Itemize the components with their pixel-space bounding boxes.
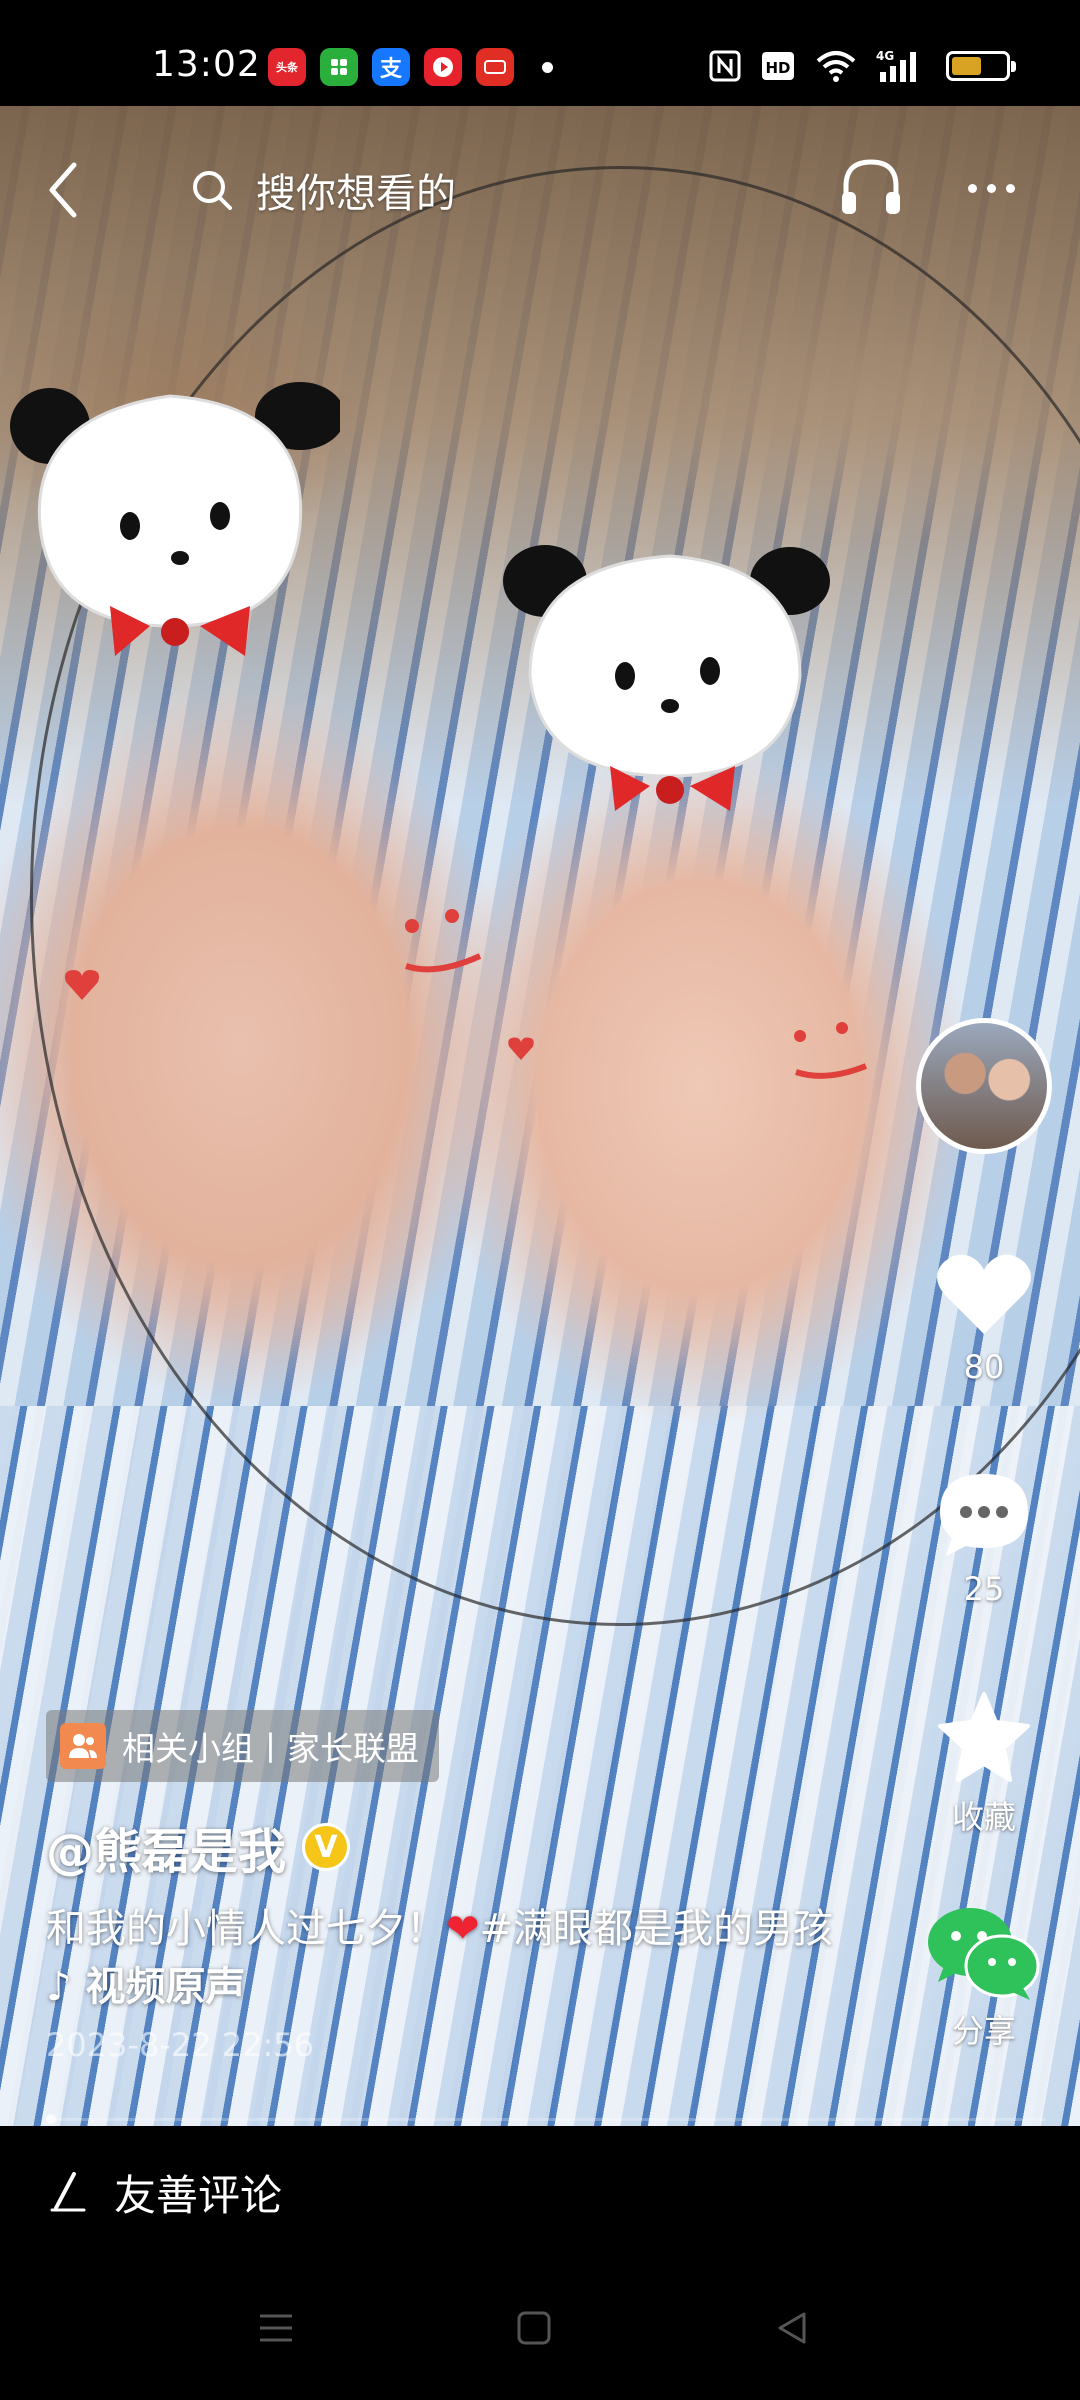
menu-icon [260,2314,292,2342]
comment-button[interactable]: 25 [914,1470,1054,1608]
wechat-mini-icon [320,48,358,86]
dog-sticker-left [10,382,340,656]
heart-doodle-right [508,1037,534,1060]
more-options-button[interactable] [968,168,1038,208]
pencil-icon [50,2172,86,2212]
star-icon [938,1692,1030,1782]
chevron-left-icon [49,162,77,218]
nfc-icon [708,48,742,84]
listen-mode-button[interactable] [836,152,906,222]
group-icon [60,1723,106,1769]
home-button[interactable] [504,2298,564,2358]
dog-sticker-right [503,545,830,811]
search-placeholder: 搜你想看的 [256,171,456,217]
smile-doodle-right [794,1022,868,1079]
original-sound-link[interactable]: ♪ 视频原声 [46,1964,245,2010]
svg-text:4G: 4G [876,49,894,63]
like-button[interactable]: 80 [914,1250,1054,1386]
group-tag-text: 相关小组丨家长联盟 [122,1729,419,1768]
smile-doodle-left [405,909,482,973]
wechat-share-icon [928,1908,1040,2000]
headphones-icon [842,159,900,214]
alipay-icon: 支 [372,48,410,86]
wifi-icon [814,48,858,84]
caption-heart-emoji: ❤ [446,1906,480,1952]
search-icon [193,171,232,210]
video-progress-bar[interactable] [46,2118,1046,2121]
back-nav-button[interactable] [762,2298,822,2358]
author-avatar[interactable] [916,1018,1052,1154]
heart-icon [937,1254,1031,1334]
status-time: 13:02 [152,44,261,85]
verified-badge-icon: V [302,1823,351,1871]
caption-hashtag[interactable]: #满眼都是我的男孩 [480,1906,834,1952]
more-dot-icon [968,183,977,193]
more-dot-icon [1006,183,1015,193]
share-button[interactable]: 分享 [914,1902,1054,2052]
more-notifications-dot [542,62,553,73]
video-app-icon [424,48,462,86]
video-progress-handle[interactable] [46,2114,56,2124]
battery-icon [946,51,1016,81]
battery-level-fill [952,57,981,75]
related-group-tag[interactable]: 相关小组丨家长联盟 [46,1710,439,1782]
comment-input-bar[interactable]: 友善评论 [0,2126,1080,2258]
cellular-signal-icon: 4G [876,48,928,84]
post-caption: 和我的小情人过七夕！❤#满眼都是我的男孩 ♪ 视频原声 [46,1900,836,2016]
caption-text: 和我的小情人过七夕！ [46,1906,446,1952]
author-name-row[interactable]: @熊磊是我 V [46,1812,351,1882]
comment-count: 25 [963,1570,1005,1608]
favorite-button[interactable]: 收藏 [914,1690,1054,1838]
recent-apps-button[interactable] [246,2298,306,2358]
back-button[interactable] [40,155,90,225]
search-input[interactable]: 搜你想看的 [190,158,456,222]
pinduoduo-icon [476,48,514,86]
system-nav-bar [0,2258,1080,2400]
author-username: @熊磊是我 [46,1824,287,1880]
post-date: 2023-8-22 22:56 [46,2026,314,2064]
svg-text:HD: HD [765,59,790,77]
hd-icon: HD [760,48,796,84]
favorite-label: 收藏 [951,1798,1016,1836]
heart-doodle-left [65,970,99,1000]
square-home-icon [517,2311,551,2345]
notification-app-icons: 头条 支 [268,48,514,86]
comment-placeholder: 友善评论 [114,2170,283,2220]
like-count: 80 [963,1348,1005,1386]
status-bar: 13:02 头条 支 HD 4G [0,0,1080,106]
triangle-back-icon [778,2312,806,2344]
status-right-icons: HD 4G [708,48,1016,84]
comment-bubble-icon [940,1474,1028,1556]
share-label: 分享 [951,2012,1016,2050]
more-dot-icon [987,183,996,193]
toutiao-icon: 头条 [268,48,306,86]
